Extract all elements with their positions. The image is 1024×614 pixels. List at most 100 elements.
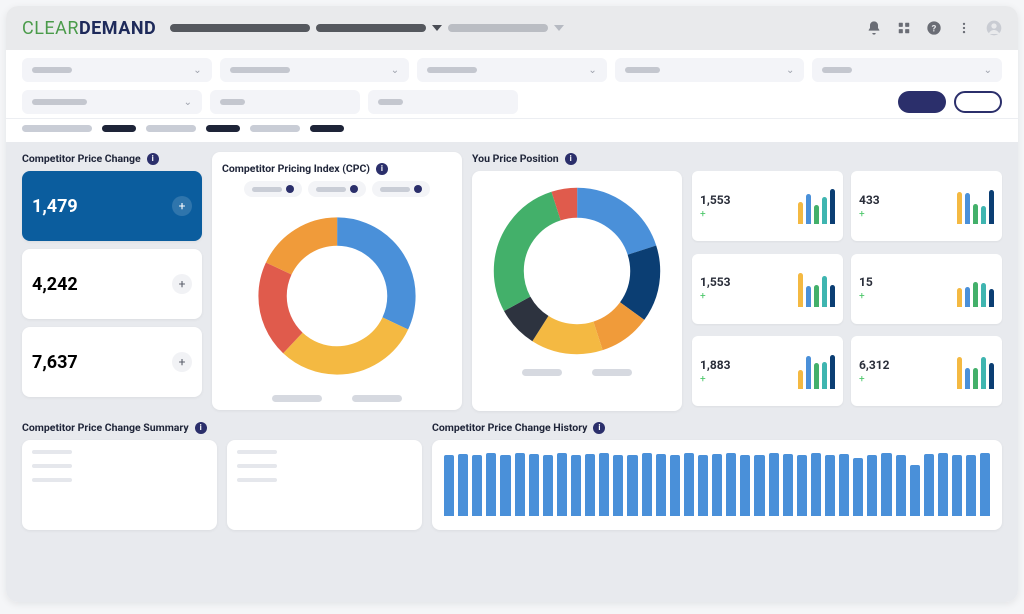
position-value: 1,553	[700, 193, 731, 207]
history-bar	[811, 453, 821, 516]
expand-button[interactable]: +	[172, 352, 192, 372]
expand-button[interactable]: +	[172, 196, 192, 216]
price-change-column: Competitor Price Change i 1,479+4,242+7,…	[22, 152, 202, 411]
section-title: Competitor Pricing Index (CPC) i	[222, 162, 452, 175]
position-card[interactable]: 433+	[851, 171, 1002, 241]
mini-bar-chart	[798, 188, 835, 224]
mini-bar-chart	[957, 353, 994, 389]
history-bar	[740, 455, 750, 516]
history-bar	[585, 454, 595, 516]
breadcrumb-seg	[170, 24, 310, 32]
price-change-card[interactable]: 7,637+	[22, 327, 202, 397]
filter-select[interactable]: ⌄	[22, 90, 202, 114]
price-change-card[interactable]: 1,479+	[22, 171, 202, 241]
chip[interactable]	[308, 181, 366, 197]
help-icon[interactable]: ?	[926, 20, 942, 36]
filter-select[interactable]	[210, 90, 360, 114]
plus-icon: +	[700, 209, 731, 220]
history-bar	[698, 455, 708, 516]
secondary-action-button[interactable]	[954, 91, 1002, 113]
position-card[interactable]: 1,883+	[692, 336, 843, 406]
history-bar	[472, 455, 482, 516]
history-bar	[627, 455, 637, 516]
stat-value: 7,637	[32, 352, 192, 373]
section-title: You Price Position i	[472, 152, 1002, 165]
filter-bar: ⌄ ⌄ ⌄ ⌄ ⌄ ⌄	[6, 50, 1018, 119]
primary-action-button[interactable]	[898, 91, 946, 113]
info-icon[interactable]: i	[147, 153, 159, 165]
position-value: 1,553	[700, 275, 731, 289]
cpc-donut-chart	[252, 211, 422, 381]
apps-icon[interactable]	[896, 20, 912, 36]
cpc-card: Competitor Pricing Index (CPC) i	[212, 152, 462, 410]
summary-card	[227, 440, 422, 530]
placeholder-line	[32, 478, 72, 482]
chevron-down-icon[interactable]	[554, 25, 564, 31]
filter-select[interactable]: ⌄	[417, 58, 607, 82]
chip[interactable]	[372, 181, 430, 197]
position-card[interactable]: 15 +	[851, 254, 1002, 324]
action-buttons	[898, 91, 1002, 113]
filter-select[interactable]	[368, 90, 518, 114]
history-bar	[754, 455, 764, 516]
position-card[interactable]: 1,553 +	[692, 171, 843, 241]
summary-card	[22, 440, 217, 530]
mini-bar-chart	[798, 271, 835, 307]
placeholder-line	[237, 450, 277, 454]
expand-button[interactable]: +	[172, 274, 192, 294]
info-icon[interactable]: i	[565, 153, 577, 165]
position-card[interactable]: 6,312+	[851, 336, 1002, 406]
cpc-chips	[222, 181, 452, 197]
logo-part2: DEMAND	[79, 18, 156, 39]
logo: CLEARDEMAND	[22, 18, 156, 39]
section-title: Competitor Price Change History i	[432, 421, 1002, 434]
position-value: 15	[859, 275, 873, 289]
bell-icon[interactable]	[866, 20, 882, 36]
history-bar	[726, 453, 736, 516]
cpc-footer	[222, 395, 452, 402]
chevron-down-icon[interactable]	[432, 25, 442, 31]
placeholder-line	[32, 450, 72, 454]
mini-bar-chart	[957, 271, 994, 307]
position-column: You Price Position i 1,553+433+1,553+15+…	[472, 152, 1002, 411]
position-card[interactable]: 1,553+	[692, 254, 843, 324]
avatar[interactable]	[986, 20, 1002, 36]
filter-select[interactable]: ⌄	[220, 58, 410, 82]
position-value: 433	[859, 193, 880, 207]
cpc-donut-wrap	[222, 201, 452, 391]
history-bar	[712, 454, 722, 516]
status-seg	[206, 125, 240, 132]
stat-value: 4,242	[32, 274, 192, 295]
history-bar	[797, 455, 807, 516]
info-icon[interactable]: i	[376, 163, 388, 175]
price-change-card[interactable]: 4,242+	[22, 249, 202, 319]
plus-icon: +	[859, 374, 890, 385]
status-bar	[6, 119, 1018, 142]
legend-seg	[272, 395, 322, 402]
filter-select[interactable]: ⌄	[22, 58, 212, 82]
filter-select[interactable]: ⌄	[812, 58, 1002, 82]
section-title-text: Competitor Price Change History	[432, 421, 587, 434]
history-bar	[571, 455, 581, 516]
plus-icon: +	[859, 291, 873, 302]
breadcrumb-seg[interactable]	[448, 24, 548, 32]
logo-part1: CLEAR	[22, 18, 79, 39]
info-icon[interactable]: i	[593, 422, 605, 434]
status-seg	[146, 125, 196, 132]
filter-select[interactable]: ⌄	[615, 58, 805, 82]
chip[interactable]	[244, 181, 302, 197]
history-bar	[867, 455, 877, 516]
position-donut-chart	[487, 181, 667, 361]
history-bar	[486, 453, 496, 516]
breadcrumb-seg[interactable]	[316, 24, 426, 32]
info-icon[interactable]: i	[195, 422, 207, 434]
legend-seg	[352, 395, 402, 402]
more-icon[interactable]	[956, 20, 972, 36]
history-bar	[839, 454, 849, 516]
stat-value: 1,479	[32, 196, 192, 217]
svg-text:?: ?	[932, 23, 937, 34]
section-title-text: You Price Position	[472, 152, 559, 165]
placeholder-line	[32, 464, 72, 468]
history-bar	[613, 455, 623, 516]
topbar-icons: ?	[866, 20, 1002, 36]
